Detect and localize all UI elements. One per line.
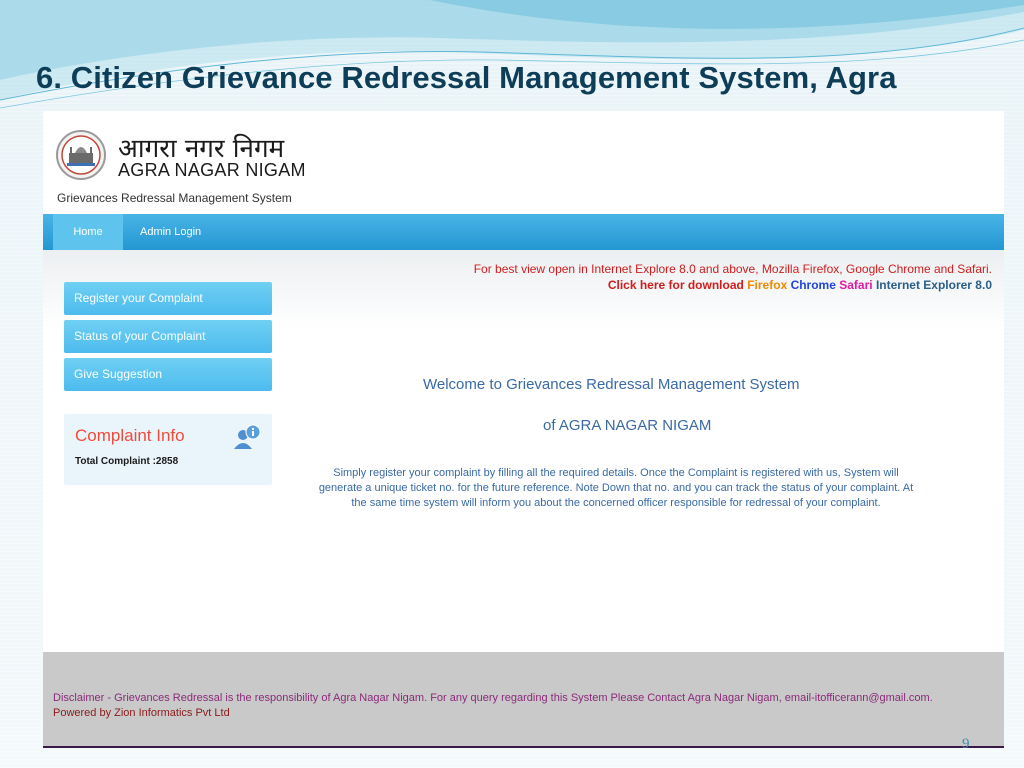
footer-disclaimer: Disclaimer - Grievances Redressal is the… bbox=[53, 692, 933, 704]
logo-english-text: AGRA NAGAR NIGAM bbox=[118, 160, 306, 180]
user-info-icon bbox=[234, 424, 261, 449]
best-view-notice: For best view open in Internet Explore 8… bbox=[473, 262, 992, 276]
complaint-info-box: Complaint Info Total Complaint :2858 bbox=[64, 414, 272, 485]
download-label[interactable]: Click here for download bbox=[608, 278, 744, 292]
download-ie-link[interactable]: Internet Explorer 8.0 bbox=[876, 278, 992, 292]
content-area: For best view open in Internet Explore 8… bbox=[43, 250, 1004, 652]
slide-page-number: 9 bbox=[962, 736, 970, 752]
nav-home[interactable]: Home bbox=[53, 214, 123, 250]
footer-powered-by: Powered by Zion Informatics Pvt Ltd bbox=[53, 707, 230, 719]
welcome-heading: Welcome to Grievances Redressal Manageme… bbox=[423, 376, 800, 393]
website-screenshot: आगरा नगर निगम AGRA NAGAR NIGAM Grievance… bbox=[43, 111, 1004, 748]
give-suggestion-button[interactable]: Give Suggestion bbox=[64, 358, 272, 391]
download-chrome-link[interactable]: Chrome bbox=[791, 278, 836, 292]
site-subtitle: Grievances Redressal Management System bbox=[57, 191, 292, 205]
download-links: Click here for download Firefox Chrome S… bbox=[608, 278, 992, 292]
site-header: आगरा नगर निगम AGRA NAGAR NIGAM Grievance… bbox=[43, 111, 1004, 214]
complaint-status-button[interactable]: Status of your Complaint bbox=[64, 320, 272, 353]
complaint-info-title: Complaint Info bbox=[75, 426, 185, 445]
slide-title: 6. Citizen Grievance Redressal Managemen… bbox=[36, 60, 897, 95]
download-firefox-link[interactable]: Firefox bbox=[747, 278, 787, 292]
agra-emblem-logo bbox=[56, 130, 106, 180]
welcome-description: Simply register your complaint by fillin… bbox=[318, 467, 914, 509]
register-complaint-button[interactable]: Register your Complaint bbox=[64, 282, 272, 315]
total-complaint-count: Total Complaint :2858 bbox=[75, 456, 179, 467]
site-footer: Disclaimer - Grievances Redressal is the… bbox=[43, 652, 1004, 746]
welcome-subheading: of AGRA NAGAR NIGAM bbox=[543, 417, 712, 434]
nav-admin-login[interactable]: Admin Login bbox=[140, 214, 201, 250]
navbar: Home Admin Login bbox=[43, 214, 1004, 250]
download-safari-link[interactable]: Safari bbox=[839, 278, 872, 292]
